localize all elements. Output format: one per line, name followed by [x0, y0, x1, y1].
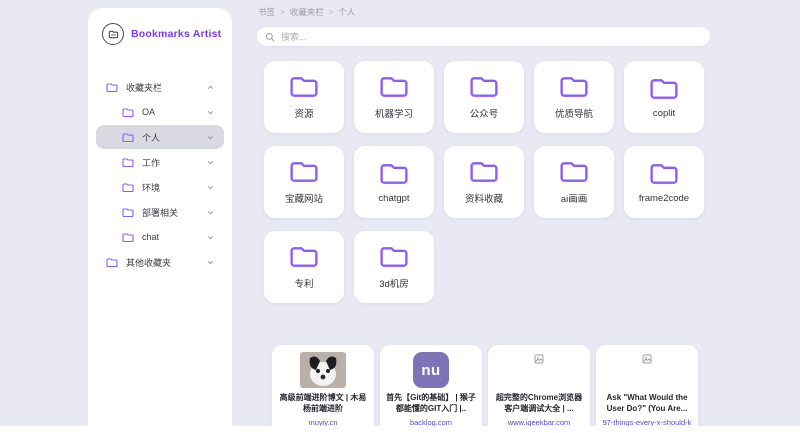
folder-icon	[379, 161, 409, 187]
sidebar-item-other-bookmarks[interactable]: 其他收藏夹	[96, 250, 224, 274]
folder-grid: 资源 机器学习 公众号 优质导航 coplit 宝藏网站 chatgpt 资料	[264, 61, 704, 303]
folder-label: 3d机房	[379, 276, 409, 290]
folder-icon	[469, 159, 499, 185]
sidebar-item-personal[interactable]: 个人	[96, 125, 224, 149]
folder-label: 宝藏网站	[285, 191, 323, 205]
folder-icon	[289, 74, 319, 100]
search-input[interactable]	[281, 32, 702, 42]
search-icon	[265, 32, 275, 42]
folder-icon	[649, 76, 679, 102]
chevron-down-icon[interactable]	[206, 158, 215, 167]
bookmark-thumbnail-dog	[300, 352, 346, 388]
chevron-down-icon[interactable]	[206, 258, 215, 267]
sidebar-item-label: 工作	[142, 156, 160, 169]
app-title: Bookmarks Artist	[131, 28, 221, 40]
sidebar-nav: 收藏夹栏 OA 个人	[88, 75, 232, 275]
folder-label: coplit	[653, 108, 675, 119]
bookmark-title: 高级前端进阶博文 | 木易杨前端进阶	[277, 392, 369, 414]
search-bar	[257, 27, 710, 46]
sidebar-item-label: 收藏夹栏	[126, 81, 162, 94]
bookmark-title: 超完整的Chrome浏览器客户端调试大全 | ...	[493, 392, 585, 414]
folder-icon	[122, 157, 134, 168]
folder-card-gongzhonghao[interactable]: 公众号	[444, 61, 524, 133]
sidebar: Bookmarks Artist 收藏夹栏 OA	[88, 8, 232, 433]
folder-card-3d-machine-room[interactable]: 3d机房	[354, 231, 434, 303]
folder-icon	[122, 182, 134, 193]
folder-label: 资料收藏	[465, 191, 503, 205]
chevron-down-icon[interactable]	[206, 133, 215, 142]
folder-icon	[106, 82, 118, 93]
breadcrumb-separator: >	[329, 8, 334, 17]
folder-card-chatgpt[interactable]: chatgpt	[354, 146, 434, 218]
bookmark-card-muyiy[interactable]: 高级前端进阶博文 | 木易杨前端进阶 muyiy.cn	[272, 345, 374, 433]
sidebar-item-label: 个人	[142, 131, 160, 144]
bookmark-card-chrome-debug[interactable]: 超完整的Chrome浏览器客户端调试大全 | ... www.igeekbar.…	[488, 345, 590, 433]
bookmark-row: 高级前端进阶博文 | 木易杨前端进阶 muyiy.cn nu 首先【Git的基础…	[272, 345, 698, 433]
folder-icon	[106, 257, 118, 268]
folder-label: 专利	[294, 276, 313, 290]
sidebar-item-oa[interactable]: OA	[96, 100, 224, 124]
folder-card-treasure-sites[interactable]: 宝藏网站	[264, 146, 344, 218]
sidebar-item-bookmarks-bar[interactable]: 收藏夹栏	[96, 75, 224, 99]
chevron-up-icon[interactable]	[206, 83, 215, 92]
sidebar-item-label: 部署相关	[142, 206, 178, 219]
sidebar-item-environment[interactable]: 环境	[96, 175, 224, 199]
app-logo[interactable]: Bookmarks Artist	[88, 8, 232, 45]
folder-card-machine-learning[interactable]: 机器学习	[354, 61, 434, 133]
folder-label: frame2code	[639, 193, 689, 204]
chevron-down-icon[interactable]	[206, 208, 215, 217]
folder-card-patents[interactable]: 专利	[264, 231, 344, 303]
bookmark-card-97-things[interactable]: Ask "What Would the User Do?" (You Are..…	[596, 345, 698, 433]
folder-icon	[289, 244, 319, 270]
bottom-edge-strip	[0, 426, 800, 433]
folder-icon	[122, 107, 134, 118]
broken-image-icon	[642, 354, 652, 364]
broken-image-icon	[534, 354, 544, 364]
breadcrumb-item-bookmarks-bar[interactable]: 收藏夹栏	[290, 6, 324, 18]
folder-label: 资源	[294, 106, 313, 120]
folder-label: ai画画	[561, 191, 587, 205]
folder-icon	[649, 161, 679, 187]
folder-icon	[469, 74, 499, 100]
breadcrumb-item-current: 个人	[338, 6, 355, 18]
folder-card-quality-nav[interactable]: 优质导航	[534, 61, 614, 133]
sidebar-item-label: 其他收藏夹	[126, 256, 171, 269]
folder-icon	[559, 74, 589, 100]
chevron-down-icon[interactable]	[206, 108, 215, 117]
folder-label: chatgpt	[378, 193, 409, 204]
folder-icon	[122, 132, 134, 143]
folder-icon	[559, 159, 589, 185]
breadcrumb-separator: >	[280, 8, 285, 17]
sidebar-item-deployment[interactable]: 部署相关	[96, 200, 224, 224]
folder-icon	[122, 207, 134, 218]
folder-icon	[122, 232, 134, 243]
sidebar-item-label: OA	[142, 107, 155, 117]
folder-label: 公众号	[470, 106, 499, 120]
folder-card-materials[interactable]: 资料收藏	[444, 146, 524, 218]
folder-card-ai-painting[interactable]: ai画画	[534, 146, 614, 218]
bookmarks-app: Bookmarks Artist 收藏夹栏 OA	[0, 0, 800, 433]
sidebar-item-label: chat	[142, 232, 159, 242]
chevron-down-icon[interactable]	[206, 233, 215, 242]
bookmark-title: 首先【Git的基础】 | 猴子都能懂的GIT入门 |..	[385, 392, 477, 414]
folder-icon	[289, 159, 319, 185]
folder-card-ziyuan[interactable]: 资源	[264, 61, 344, 133]
bookmark-card-backlog-git[interactable]: nu 首先【Git的基础】 | 猴子都能懂的GIT入门 |.. backlog.…	[380, 345, 482, 433]
folder-card-coplit[interactable]: coplit	[624, 61, 704, 133]
folder-card-frame2code[interactable]: frame2code	[624, 146, 704, 218]
sidebar-item-chat[interactable]: chat	[96, 225, 224, 249]
folder-icon	[379, 244, 409, 270]
sidebar-item-label: 环境	[142, 181, 160, 194]
bookmark-thumbnail-nu-logo: nu	[413, 352, 449, 388]
folder-label: 机器学习	[375, 106, 413, 120]
chevron-down-icon[interactable]	[206, 183, 215, 192]
breadcrumb: 书签 > 收藏夹栏 > 个人	[258, 6, 355, 18]
folder-icon	[379, 74, 409, 100]
app-logo-icon	[102, 23, 124, 45]
breadcrumb-item-bookmarks[interactable]: 书签	[258, 6, 275, 18]
bookmark-title: Ask "What Would the User Do?" (You Are..…	[601, 392, 693, 414]
sidebar-item-work[interactable]: 工作	[96, 150, 224, 174]
folder-label: 优质导航	[555, 106, 593, 120]
